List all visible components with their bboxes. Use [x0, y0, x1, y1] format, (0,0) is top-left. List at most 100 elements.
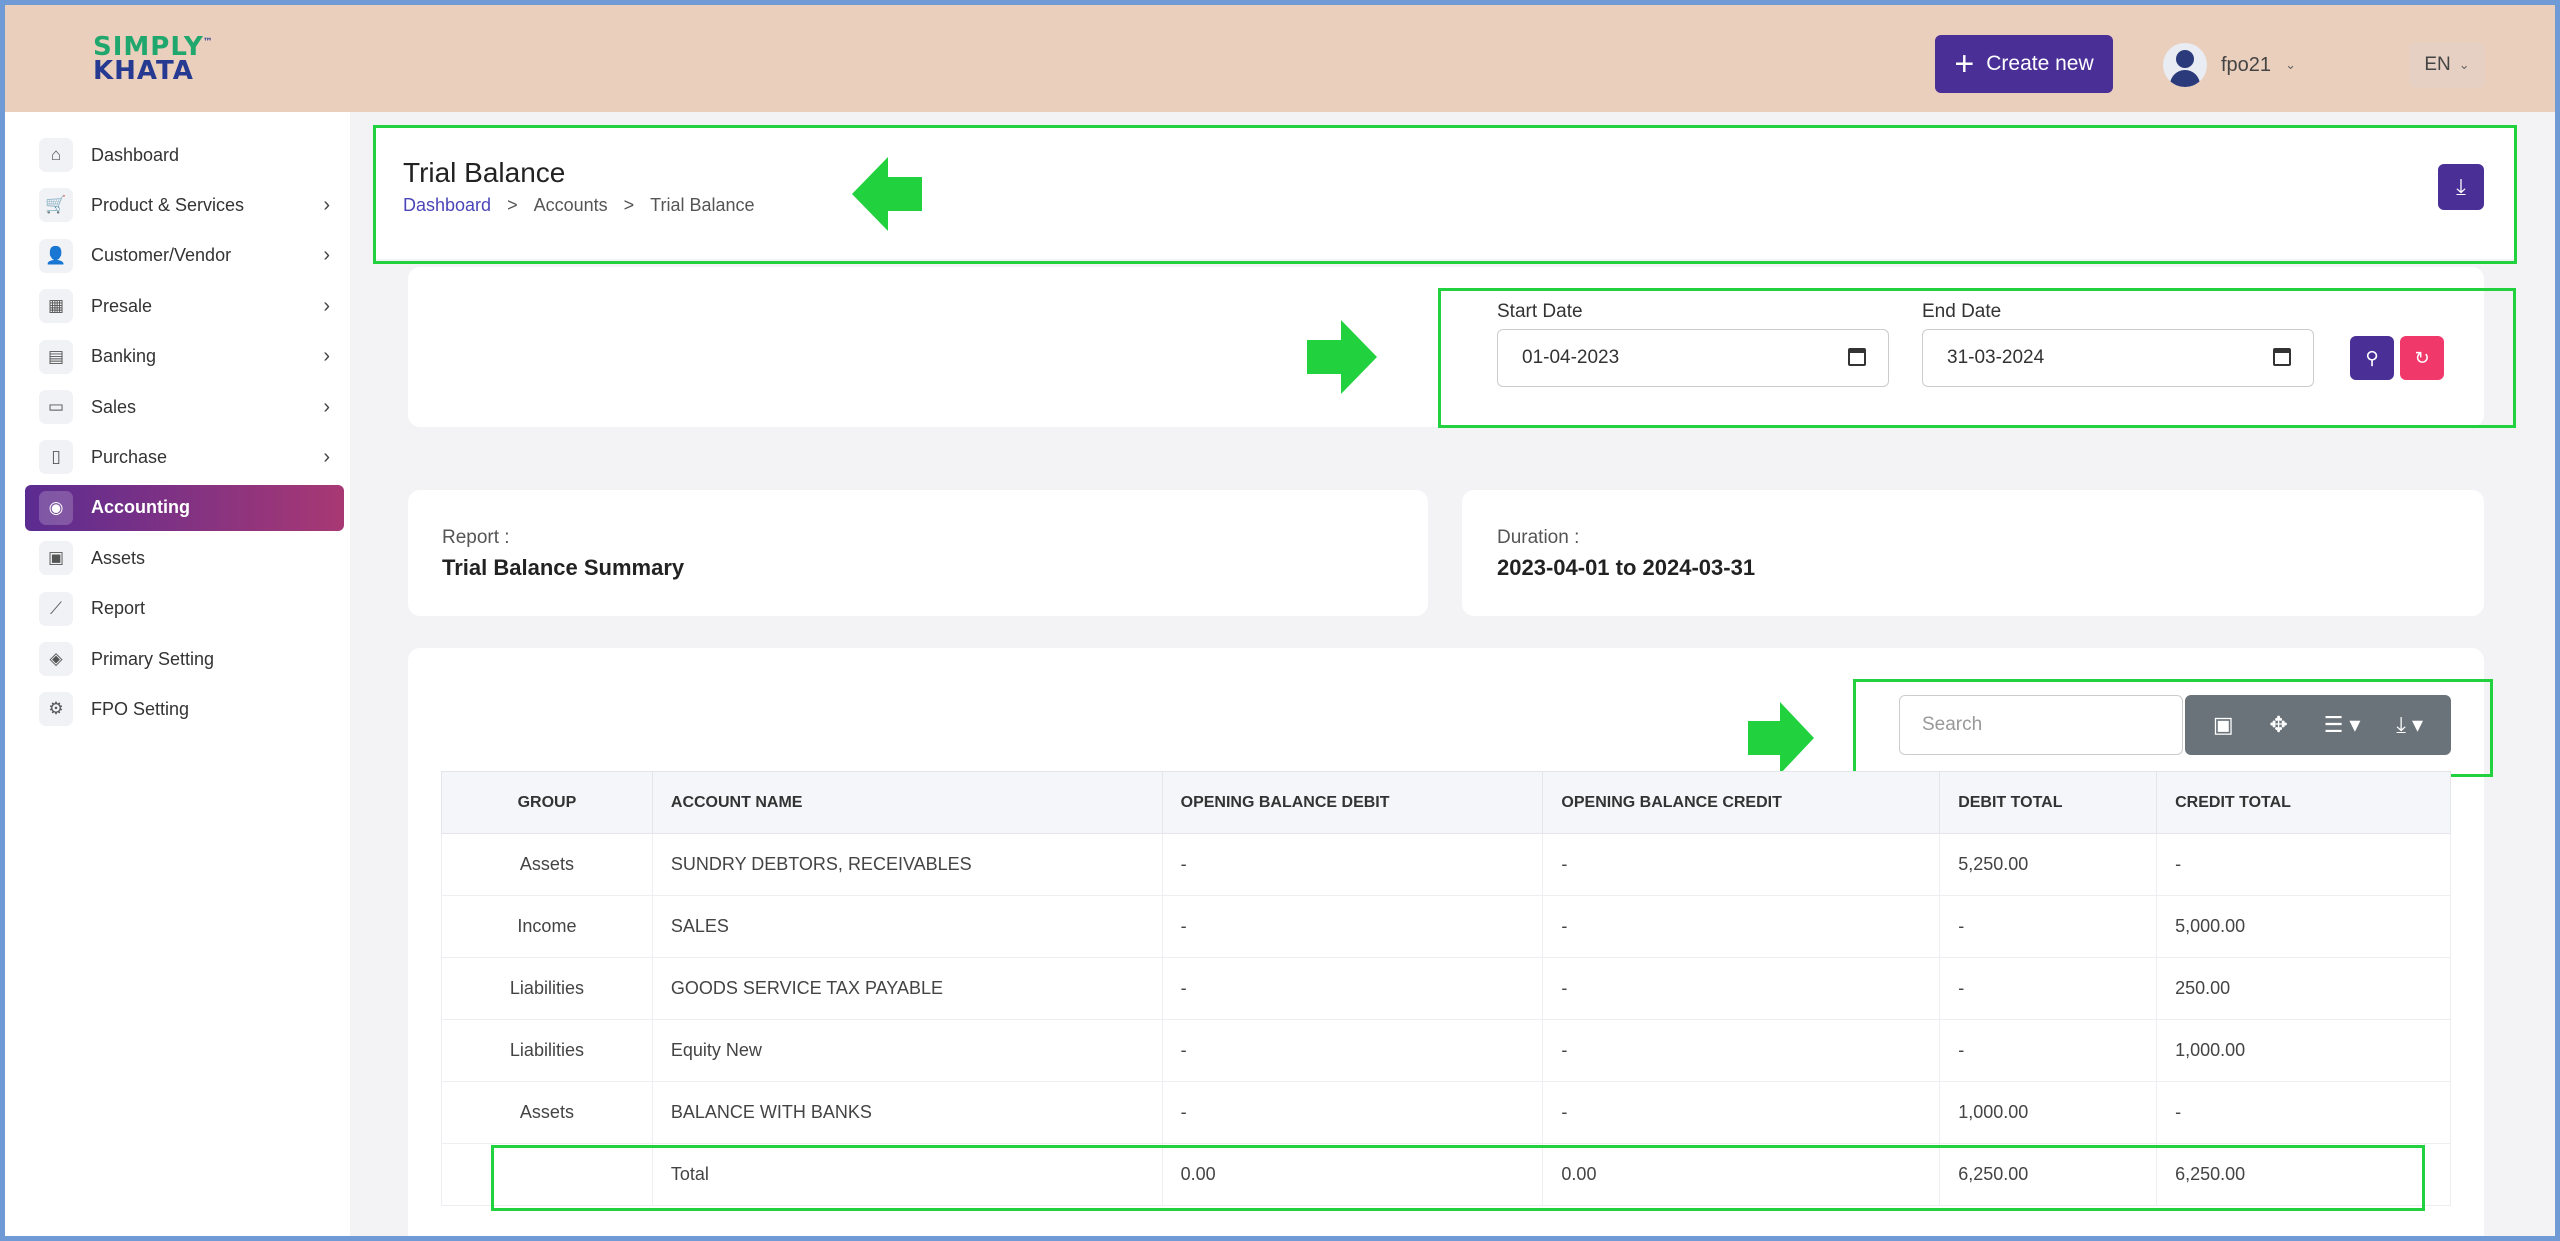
document-icon: ▭	[39, 390, 73, 424]
chevron-right-icon[interactable]: ›	[323, 345, 330, 368]
sidebar-item-label: Product & Services	[91, 194, 245, 215]
sidebar-item-label: Purchase	[91, 446, 168, 467]
home-icon: ⌂	[39, 138, 73, 172]
columns-icon[interactable]: ☰ ▾	[2324, 712, 2361, 738]
calendar-icon[interactable]	[2273, 348, 2291, 366]
breadcrumb-separator: >	[507, 195, 518, 215]
start-date-value: 01-04-2023	[1522, 347, 1620, 368]
opening-credit-cell: -	[1542, 895, 1941, 958]
sidebar-item-label: Assets	[91, 547, 146, 568]
chevron-right-icon[interactable]: ›	[323, 396, 330, 419]
sidebar-item-customer-vendor[interactable]: 👤 Customer/Vendor ›	[25, 233, 345, 279]
download-button[interactable]: ⤓	[2438, 164, 2484, 210]
column-header-group[interactable]: GROUP	[441, 771, 653, 834]
sidebar-item-label: Report	[91, 598, 146, 619]
account-name-cell: SUNDRY DEBTORS, RECEIVABLES	[651, 833, 1163, 896]
sidebar-item-label: Banking	[91, 346, 157, 367]
table-row: Assets BALANCE WITH BANKS - -1,000.00-	[441, 1081, 2451, 1144]
language-selector[interactable]: EN ⌄	[2409, 42, 2485, 88]
group-cell: Liabilities	[441, 957, 653, 1020]
annotation-arrow-left	[852, 157, 922, 231]
bank-icon: ▤	[39, 339, 73, 374]
annotation-arrow-right	[1307, 320, 1377, 394]
tag-icon: ◈	[39, 642, 73, 676]
annotation-arrow-right	[1748, 702, 1814, 774]
calendar-icon[interactable]	[1848, 348, 1866, 366]
group-cell: Liabilities	[441, 1019, 653, 1082]
sidebar-item-product-services[interactable]: 🛒 Product & Services ›	[25, 182, 345, 228]
logo-line2: KHATA	[93, 56, 194, 86]
opening-debit-cell: -	[1161, 957, 1544, 1020]
table-row: Liabilities GOODS SERVICE TAX PAYABLE - - -2…	[441, 957, 2451, 1020]
sidebar-item-label: Dashboard	[91, 144, 180, 165]
sidebar-item-primary-setting[interactable]: ◈ Primary Setting	[25, 636, 345, 682]
account-name-cell: BALANCE WITH BANKS	[651, 1081, 1163, 1144]
debit-total-cell: -	[1939, 1019, 2158, 1082]
calculator-icon: ▣	[39, 541, 73, 576]
user-plus-icon: 👤	[39, 238, 73, 273]
opening-debit-cell: -	[1161, 1019, 1544, 1082]
breadcrumb-dashboard[interactable]: Dashboard	[403, 195, 491, 216]
credit-total-cell: 250.00	[2156, 957, 2451, 1020]
column-header-opening-credit[interactable]: OPENING BALANCE CREDIT	[1542, 771, 1941, 834]
breadcrumb-accounts[interactable]: Accounts	[534, 195, 608, 216]
chevron-right-icon[interactable]: ›	[323, 194, 330, 217]
user-avatar-icon	[2163, 43, 2207, 87]
chevron-right-icon[interactable]: ›	[323, 295, 330, 318]
bag-icon: ▯	[39, 440, 73, 475]
breadcrumb-trial-balance: Trial Balance	[650, 195, 755, 215]
user-menu[interactable]: fpo21 ⌄	[2163, 43, 2296, 87]
column-header-opening-debit[interactable]: OPENING BALANCE DEBIT	[1161, 771, 1544, 834]
credit-total-cell: 1,000.00	[2156, 1019, 2451, 1082]
column-header-credit-total[interactable]: CREDIT TOTAL	[2156, 771, 2451, 834]
sidebar-item-banking[interactable]: ▤ Banking ›	[25, 334, 345, 380]
debit-total-cell: 1,000.00	[1939, 1081, 2158, 1144]
report-value: Trial Balance Summary	[442, 555, 685, 580]
sidebar-item-presale[interactable]: ▦ Presale ›	[25, 283, 345, 329]
opening-debit-cell: -	[1161, 1081, 1544, 1144]
report-label: Report :	[442, 527, 510, 548]
user-name: fpo21	[2221, 53, 2272, 76]
start-date-input[interactable]: 01-04-2023	[1497, 329, 1889, 387]
sidebar: ⌂ Dashboard 🛒 Product & Services › 👤 Customer/…	[5, 112, 350, 1236]
fullscreen-icon[interactable]: ✥	[2269, 712, 2287, 738]
app-frame: SIMPLY KHATA ™ + Create new fpo21 ⌄ EN ⌄…	[5, 5, 2555, 1236]
account-name-cell: SALES	[651, 895, 1163, 958]
start-date-label: Start Date	[1497, 301, 1583, 322]
opening-credit-cell: -	[1542, 1081, 1941, 1144]
column-header-account-name[interactable]: ACCOUNT NAME	[651, 771, 1163, 834]
reset-button[interactable]: ↻	[2400, 336, 2444, 380]
chart-icon: ⟋	[39, 591, 73, 626]
duration-info-card	[1462, 490, 2484, 616]
page-title: Trial Balance	[403, 157, 566, 188]
logo-trademark: ™	[202, 37, 214, 48]
table-search-input[interactable]: Search	[1899, 695, 2183, 755]
end-date-value: 31-03-2024	[1947, 347, 2045, 368]
store-icon: ▦	[39, 289, 73, 324]
column-header-debit-total[interactable]: DEBIT TOTAL	[1939, 771, 2158, 834]
sidebar-item-label: Sales	[91, 396, 137, 417]
sidebar-item-assets[interactable]: ▣ Assets	[25, 535, 345, 581]
sidebar-item-purchase[interactable]: ▯ Purchase ›	[25, 434, 345, 480]
sidebar-item-report[interactable]: ⟋ Report	[25, 586, 345, 632]
chevron-down-icon: ⌄	[2458, 57, 2470, 72]
opening-debit-cell: -	[1161, 895, 1544, 958]
sidebar-item-accounting[interactable]: ◉ Accounting	[25, 484, 344, 531]
opening-credit-cell: -	[1542, 1019, 1941, 1082]
table-header-row: GROUP ACCOUNT NAME OPENING BALANCE DEBIT…	[441, 771, 2451, 834]
chevron-right-icon[interactable]: ›	[323, 244, 330, 267]
chevron-right-icon[interactable]: ›	[323, 446, 330, 469]
breadcrumb: Dashboard > Accounts > Trial Balance	[403, 195, 755, 216]
sidebar-item-dashboard[interactable]: ⌂ Dashboard	[25, 132, 345, 178]
export-icon[interactable]: ⤓ ▾	[2396, 712, 2423, 738]
sidebar-item-sales[interactable]: ▭ Sales ›	[25, 384, 345, 430]
opening-credit-cell: -	[1542, 833, 1941, 896]
search-button[interactable]: ⚲	[2350, 336, 2394, 380]
logo[interactable]: SIMPLY KHATA ™	[93, 34, 213, 86]
end-date-input[interactable]: 31-03-2024	[1922, 329, 2314, 387]
create-new-button[interactable]: + Create new	[1935, 35, 2113, 93]
group-cell: Assets	[441, 833, 653, 896]
toggle-filter-icon[interactable]: ▣	[2213, 712, 2234, 738]
sidebar-item-fpo-setting[interactable]: ⚙ FPO Setting	[25, 686, 345, 732]
table-row: Income SALES - - -5,000.00	[441, 895, 2451, 958]
